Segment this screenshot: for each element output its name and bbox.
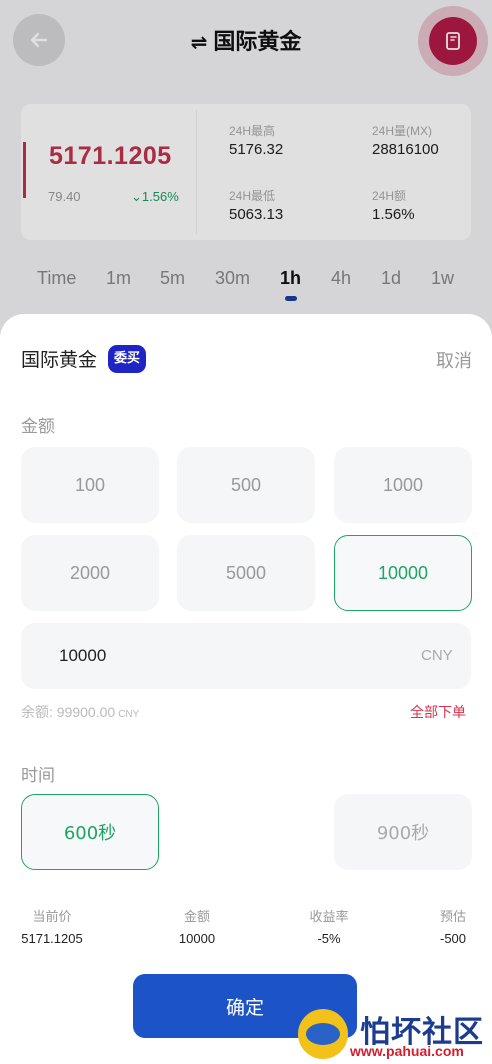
watermark-logo-icon — [298, 1009, 348, 1059]
time-option-600[interactable]: 600秒 — [21, 794, 159, 870]
amount-option-2000[interactable]: 2000 — [21, 535, 159, 611]
balance-unit: CNY — [118, 709, 140, 720]
summary-amount: 金额 10000 — [178, 910, 216, 946]
time-section-label: 时间 — [21, 766, 55, 786]
amount-input-value[interactable]: 10000 — [59, 646, 106, 666]
sheet-title: 国际黄金 — [21, 349, 98, 371]
summary-estimate: 预估 -500 — [439, 910, 467, 946]
watermark-url: www.pahuai.com — [350, 1043, 464, 1059]
amount-input[interactable]: 10000 CNY — [21, 623, 471, 689]
summary-yield: 收益率 -5% — [309, 910, 349, 946]
amount-option-100[interactable]: 100 — [21, 447, 159, 523]
amount-option-10000[interactable]: 10000 — [334, 535, 472, 611]
time-option-900[interactable]: 900秒 — [334, 794, 472, 870]
balance-value: 99900.00 — [56, 704, 116, 720]
amount-input-unit: CNY — [421, 647, 453, 664]
amount-option-1000[interactable]: 1000 — [334, 447, 472, 523]
summary-current-price: 当前价 5171.1205 — [21, 910, 83, 946]
balance-text: 余额: 99900.00 CNY — [21, 704, 140, 720]
amount-section-label: 金额 — [21, 417, 55, 437]
cancel-button[interactable]: 取消 — [436, 347, 472, 373]
all-order-button[interactable]: 全部下单 — [410, 702, 466, 722]
watermark: 怕坏社区 www.pahuai.com — [298, 1005, 488, 1061]
order-sheet: 国际黄金 委买 取消 金额 100 500 1000 2000 5000 100… — [0, 314, 492, 1064]
order-type-badge: 委买 — [108, 345, 147, 373]
amount-option-500[interactable]: 500 — [177, 447, 315, 523]
amount-option-5000[interactable]: 5000 — [177, 535, 315, 611]
